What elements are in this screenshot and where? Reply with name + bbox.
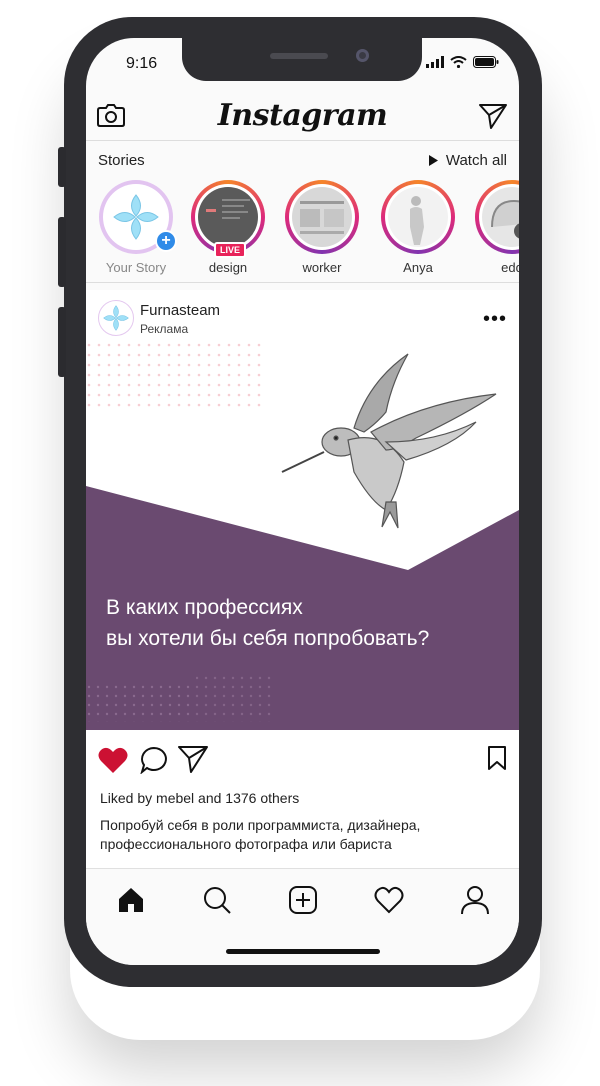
person-silhouette-icon bbox=[410, 196, 424, 245]
wifi-icon bbox=[450, 56, 467, 68]
story-ring bbox=[285, 180, 359, 254]
play-icon bbox=[428, 155, 438, 166]
helmet-icon bbox=[491, 199, 519, 239]
bookmark-icon[interactable] bbox=[487, 745, 507, 771]
comment-icon[interactable] bbox=[140, 746, 168, 774]
story-ring bbox=[381, 180, 455, 254]
speaker bbox=[270, 53, 328, 59]
furnasteam-logo-icon bbox=[113, 194, 159, 240]
volume-down-button bbox=[58, 307, 66, 377]
add-story-badge[interactable]: + bbox=[155, 230, 177, 252]
direct-send-icon[interactable] bbox=[479, 103, 507, 129]
post-image: В каких профессиях вы хотели бы себя поп… bbox=[86, 342, 519, 730]
story-edd[interactable]: edd bbox=[472, 180, 519, 275]
story-label: design bbox=[208, 260, 248, 275]
post-image-text-line1: В каких профессиях bbox=[106, 596, 303, 619]
notch bbox=[182, 38, 422, 81]
likes-count[interactable]: Liked by mebel and 1376 others bbox=[100, 790, 299, 806]
stories-heading: Stories bbox=[98, 152, 145, 169]
search-icon[interactable] bbox=[202, 885, 232, 915]
volume-up-button bbox=[58, 217, 66, 287]
story-avatar bbox=[479, 184, 519, 250]
story-label: edd bbox=[501, 260, 519, 275]
story-avatar bbox=[385, 184, 451, 250]
live-badge: LIVE bbox=[214, 242, 247, 258]
furnasteam-logo-icon bbox=[103, 305, 129, 331]
story-label: Your Story bbox=[105, 260, 167, 275]
watch-all-label: Watch all bbox=[445, 152, 507, 169]
profile-icon[interactable] bbox=[460, 885, 490, 915]
screen: 9:16 Instagram Stories Watch all + Your … bbox=[86, 38, 519, 965]
story-ring: + bbox=[99, 180, 177, 254]
battery-icon bbox=[473, 56, 499, 68]
top-bar: Instagram bbox=[86, 94, 519, 141]
more-options-icon[interactable]: ••• bbox=[483, 308, 507, 331]
story-thumbnail bbox=[292, 187, 352, 247]
stories-divider bbox=[86, 282, 519, 283]
story-thumbnail bbox=[198, 187, 258, 247]
hummingbird-illustration bbox=[281, 353, 497, 529]
status-icons bbox=[426, 56, 499, 68]
story-anya[interactable]: Anya bbox=[378, 180, 458, 275]
post-sponsored-label: Реклама bbox=[140, 322, 189, 336]
bottom-tab-bar bbox=[86, 868, 519, 965]
home-indicator[interactable] bbox=[226, 949, 380, 954]
app-logo: Instagram bbox=[217, 98, 388, 133]
story-design[interactable]: LIVE design bbox=[188, 180, 268, 275]
story-label: Anya bbox=[403, 260, 433, 275]
story-avatar bbox=[289, 184, 355, 250]
watch-all-button[interactable]: Watch all bbox=[428, 152, 507, 169]
post-author-name[interactable]: Furnasteam bbox=[140, 302, 220, 319]
front-camera bbox=[356, 49, 369, 62]
story-ring: LIVE bbox=[191, 180, 265, 258]
post-header: Furnasteam Реклама ••• bbox=[86, 290, 519, 342]
story-thumbnail bbox=[388, 187, 448, 247]
story-label: worker bbox=[302, 260, 342, 275]
story-your-story[interactable]: + Your Story bbox=[96, 180, 177, 275]
mute-switch bbox=[58, 147, 66, 187]
post-actions: Liked by mebel and 1376 others Попробуй … bbox=[86, 730, 519, 882]
post-artwork bbox=[86, 342, 519, 730]
story-worker[interactable]: worker bbox=[282, 180, 362, 275]
share-icon[interactable] bbox=[178, 745, 208, 773]
story-ring bbox=[475, 180, 519, 254]
post-author-avatar[interactable] bbox=[98, 300, 134, 336]
signal-icon bbox=[426, 56, 444, 68]
post-caption: Попробуй себя в роли программиста, дизай… bbox=[100, 817, 421, 852]
heart-icon[interactable] bbox=[98, 746, 128, 774]
status-time: 9:16 bbox=[126, 55, 158, 72]
stories-row: + Your Story LIVE design worker Anya ed bbox=[96, 180, 519, 280]
activity-icon[interactable] bbox=[374, 885, 404, 915]
add-post-icon[interactable] bbox=[288, 885, 318, 915]
story-thumbnail bbox=[482, 187, 519, 247]
post-image-text-line2: вы хотели бы себя попробовать? bbox=[106, 627, 430, 650]
home-icon[interactable] bbox=[116, 885, 146, 915]
post-image-text: В каких профессиях вы хотели бы себя поп… bbox=[106, 592, 429, 654]
story-avatar bbox=[195, 184, 261, 250]
